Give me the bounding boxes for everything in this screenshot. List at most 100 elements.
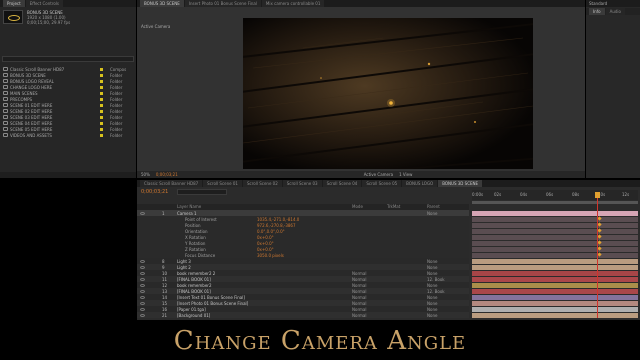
tab-timeline-7[interactable]: BONUS 3D SCENE xyxy=(438,180,483,187)
blend-mode-dropdown[interactable]: Normal xyxy=(352,289,366,294)
viewer-timecode[interactable]: 0;00;03;21 xyxy=(156,172,178,177)
workspace-dropdown[interactable]: Standard xyxy=(589,1,607,6)
blend-mode-dropdown[interactable]: Normal xyxy=(352,283,366,288)
camera-view-dropdown[interactable]: Active Camera xyxy=(364,172,393,177)
layer-name[interactable]: [FINAL BOOK 01] xyxy=(177,277,211,282)
parent-dropdown[interactable]: None xyxy=(427,271,437,276)
layer-name[interactable]: [Insert Text 01 Bonus Scene Final] xyxy=(177,295,245,300)
blend-mode-dropdown[interactable]: Normal xyxy=(352,295,366,300)
tab-project[interactable]: Project xyxy=(3,0,25,7)
layer-name[interactable]: Light 3 xyxy=(177,259,191,264)
layer-duration-bar[interactable] xyxy=(472,252,638,258)
property-value[interactable]: 0.0°,0.0°,0.0° xyxy=(257,229,285,234)
parent-dropdown[interactable]: None xyxy=(427,265,437,270)
tab-comp-bonus[interactable]: BONUS 3D SCENE xyxy=(140,0,184,7)
layer-duration-bar[interactable] xyxy=(472,276,638,282)
layer-duration-bar[interactable] xyxy=(472,228,638,234)
layer-duration-bar[interactable] xyxy=(472,264,638,270)
tab-comp-photo[interactable]: Insert Photo 01 Bonus Scene Final xyxy=(184,0,261,7)
views-dropdown[interactable]: 1 View xyxy=(399,172,412,177)
layer-duration-bar[interactable] xyxy=(472,288,638,294)
property-name[interactable]: X Rotation xyxy=(185,235,206,240)
tab-timeline-6[interactable]: BONUS LOGO xyxy=(402,180,438,187)
visibility-eye-icon[interactable] xyxy=(140,277,145,281)
layer-duration-bar[interactable] xyxy=(472,216,638,222)
layer-duration-bar[interactable] xyxy=(472,306,638,312)
zoom-dropdown[interactable]: 50% xyxy=(141,172,150,177)
layer-name[interactable]: book remember2 xyxy=(177,283,211,288)
blend-mode-dropdown[interactable]: Normal xyxy=(352,313,366,318)
tab-timeline-3[interactable]: Scroll Scene 03 xyxy=(282,180,322,187)
layer-duration-bar[interactable] xyxy=(472,258,638,264)
property-name[interactable]: Focus Distance xyxy=(185,253,215,258)
visibility-eye-icon[interactable] xyxy=(140,283,145,287)
blend-mode-dropdown[interactable]: Normal xyxy=(352,271,366,276)
blend-mode-dropdown[interactable]: Normal xyxy=(352,277,366,282)
visibility-eye-icon[interactable] xyxy=(140,211,145,215)
property-name[interactable]: Point of Interest xyxy=(185,217,217,222)
layer-duration-bar[interactable] xyxy=(472,210,638,216)
layer-duration-bar[interactable] xyxy=(472,234,638,240)
parent-dropdown[interactable]: None xyxy=(427,301,437,306)
layer-row[interactable]: 21 [Background 01] Normal None xyxy=(137,312,469,318)
visibility-eye-icon[interactable] xyxy=(140,313,145,317)
parent-dropdown[interactable]: None xyxy=(427,259,437,264)
parent-dropdown[interactable]: None xyxy=(427,211,437,216)
timeline-search-input[interactable] xyxy=(177,189,227,195)
layer-duration-bar[interactable] xyxy=(472,246,638,252)
layer-duration-bar[interactable] xyxy=(472,312,638,318)
property-name[interactable]: Orientation xyxy=(185,229,208,234)
property-value[interactable]: 0x+0.0° xyxy=(257,241,274,246)
tab-timeline-1[interactable]: Scroll Scene 01 xyxy=(203,180,242,187)
visibility-eye-icon[interactable] xyxy=(140,307,145,311)
layer-name[interactable]: [Paper 01.tga] xyxy=(177,307,206,312)
property-value[interactable]: 0x+0.0° xyxy=(257,247,274,252)
layer-name[interactable]: Light 2 xyxy=(177,265,191,270)
list-item[interactable]: VIDEOS AND ASSETS Folder xyxy=(0,132,136,138)
property-value[interactable]: 0x+0.0° xyxy=(257,235,274,240)
layer-name[interactable]: [Insert Photo 01 Bonus Scene Final] xyxy=(177,301,248,306)
property-value[interactable]: 972.6,-270.8,-3867 xyxy=(257,223,296,228)
layer-duration-bar[interactable] xyxy=(472,282,638,288)
property-name[interactable]: Y Rotation xyxy=(185,241,205,246)
property-name[interactable]: Z Rotation xyxy=(185,247,206,252)
composition-viewer[interactable] xyxy=(243,18,533,169)
property-name[interactable]: Position xyxy=(185,223,201,228)
time-ruler[interactable]: 0:00s 02s 04s 06s 08s 10s 12s xyxy=(472,190,638,200)
visibility-eye-icon[interactable] xyxy=(140,265,145,269)
visibility-eye-icon[interactable] xyxy=(140,289,145,293)
tab-timeline-5[interactable]: Scroll Scene 05 xyxy=(362,180,402,187)
playhead-line[interactable] xyxy=(597,198,598,318)
layer-duration-bar[interactable] xyxy=(472,240,638,246)
project-search-input[interactable] xyxy=(2,56,134,62)
parent-dropdown[interactable]: None xyxy=(427,313,437,318)
layer-name[interactable]: book remember2 2 xyxy=(177,271,215,276)
visibility-eye-icon[interactable] xyxy=(140,301,145,305)
layer-duration-bar[interactable] xyxy=(472,294,638,300)
property-value[interactable]: 3050.0 pixels xyxy=(257,253,284,258)
layer-duration-bar[interactable] xyxy=(472,222,638,228)
layer-name[interactable]: Camera 1 xyxy=(177,211,197,216)
blend-mode-dropdown[interactable]: Normal xyxy=(352,307,366,312)
tab-timeline-4[interactable]: Scroll Scene 04 xyxy=(322,180,362,187)
property-value[interactable]: 1035.4,-271.0,-814.0 xyxy=(257,217,299,222)
visibility-eye-icon[interactable] xyxy=(140,271,145,275)
tab-timeline-0[interactable]: Classic Scroll Banner HD87 xyxy=(140,180,203,187)
work-area-bar[interactable] xyxy=(472,201,638,204)
layer-duration-bar[interactable] xyxy=(472,300,638,306)
parent-dropdown[interactable]: 12. Book xyxy=(427,289,445,294)
tab-audio[interactable]: Audio xyxy=(605,8,625,15)
parent-dropdown[interactable]: None xyxy=(427,307,437,312)
tab-comp-camera[interactable]: Mix camera controllable 01 xyxy=(261,0,325,7)
visibility-eye-icon[interactable] xyxy=(140,259,145,263)
layer-name[interactable]: [FINAL BOOK 01] xyxy=(177,289,211,294)
parent-dropdown[interactable]: None xyxy=(427,295,437,300)
parent-dropdown[interactable]: None xyxy=(427,283,437,288)
tab-effect-controls[interactable]: Effect Controls xyxy=(25,0,64,7)
tab-timeline-2[interactable]: Scroll Scene 02 xyxy=(242,180,282,187)
layer-name[interactable]: [Background 01] xyxy=(177,313,210,318)
visibility-eye-icon[interactable] xyxy=(140,295,145,299)
parent-dropdown[interactable]: 12. Book xyxy=(427,277,445,282)
tab-info[interactable]: Info xyxy=(589,8,605,15)
layer-duration-bar[interactable] xyxy=(472,270,638,276)
